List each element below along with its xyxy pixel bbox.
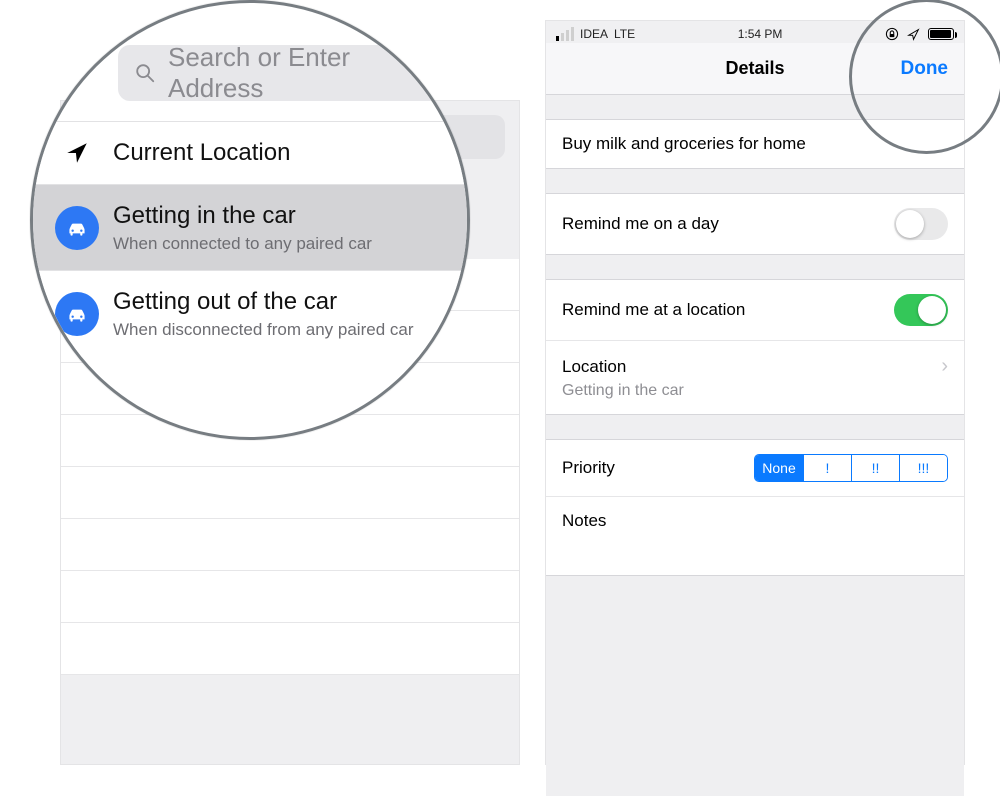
option-title: Getting in the car [113, 201, 372, 231]
navbar-title: Details [725, 58, 784, 79]
notes-label: Notes [562, 511, 606, 530]
location-cell[interactable]: Location › Getting in the car [546, 340, 964, 415]
reminder-title-cell[interactable]: Buy milk and groceries for home [546, 119, 964, 169]
location-arrow-icon [386, 20, 401, 35]
remind-on-day-label: Remind me on a day [562, 214, 719, 234]
details-content: Buy milk and groceries for home Remind m… [546, 95, 964, 796]
car-icon [55, 206, 99, 250]
orientation-lock-icon [885, 27, 899, 41]
carrier-label: IDEA [580, 27, 608, 41]
search-icon [134, 62, 156, 84]
signal-bars-icon [556, 27, 574, 41]
car-icon [55, 292, 99, 336]
priority-segmented[interactable]: None ! !! !!! [754, 454, 948, 482]
priority-label: Priority [562, 458, 615, 478]
magnifier-left: Search or Enter Address Current Location [30, 0, 470, 440]
remind-on-day-cell[interactable]: Remind me on a day [546, 193, 964, 255]
battery-icon [411, 21, 437, 33]
option-subtitle: When disconnected from any paired car [113, 319, 414, 340]
left-screenshot: Search or Enter Address Current Location [0, 0, 540, 785]
magnifier-circle: Search or Enter Address Current Location [30, 0, 470, 440]
priority-cell[interactable]: Priority None ! !! !!! [546, 439, 964, 496]
location-label: Location [562, 357, 626, 377]
remind-on-day-toggle[interactable] [894, 208, 948, 240]
location-options-list: Current Location Getting in the car When… [33, 121, 467, 357]
location-value: Getting in the car [562, 382, 684, 400]
status-bar-right: IDEA LTE 1:54 PM [546, 21, 964, 43]
right-screenshot: IDEA LTE 1:54 PM Details Done Buy milk a… [545, 20, 965, 765]
chevron-right-icon: › [941, 355, 948, 378]
search-placeholder: Search or Enter Address [168, 42, 431, 104]
reminder-title-text: Buy milk and groceries for home [562, 134, 806, 154]
status-bar-left [360, 19, 437, 35]
search-input[interactable]: Search or Enter Address [118, 45, 447, 101]
orientation-lock-icon [360, 19, 376, 35]
option-getting-in-car[interactable]: Getting in the car When connected to any… [33, 184, 467, 270]
clock-label: 1:54 PM [738, 27, 783, 41]
priority-option-med[interactable]: !! [851, 455, 899, 481]
navbar: Details Done [546, 43, 964, 95]
location-arrow-icon [55, 131, 99, 175]
priority-option-none[interactable]: None [755, 455, 803, 481]
network-label: LTE [614, 27, 635, 41]
notes-cell[interactable]: Notes [546, 496, 964, 576]
remind-at-location-toggle[interactable] [894, 294, 948, 326]
option-title: Getting out of the car [113, 287, 414, 317]
option-getting-out-car[interactable]: Getting out of the car When disconnected… [33, 270, 467, 356]
option-title: Current Location [113, 138, 290, 168]
battery-icon [928, 28, 954, 40]
priority-option-low[interactable]: ! [803, 455, 851, 481]
remind-at-location-cell[interactable]: Remind me at a location [546, 279, 964, 340]
option-subtitle: When connected to any paired car [113, 233, 372, 254]
remind-at-location-label: Remind me at a location [562, 300, 745, 320]
option-current-location[interactable]: Current Location [33, 121, 467, 184]
priority-option-high[interactable]: !!! [899, 455, 947, 481]
done-button[interactable]: Done [901, 58, 949, 80]
location-arrow-icon [907, 28, 920, 41]
